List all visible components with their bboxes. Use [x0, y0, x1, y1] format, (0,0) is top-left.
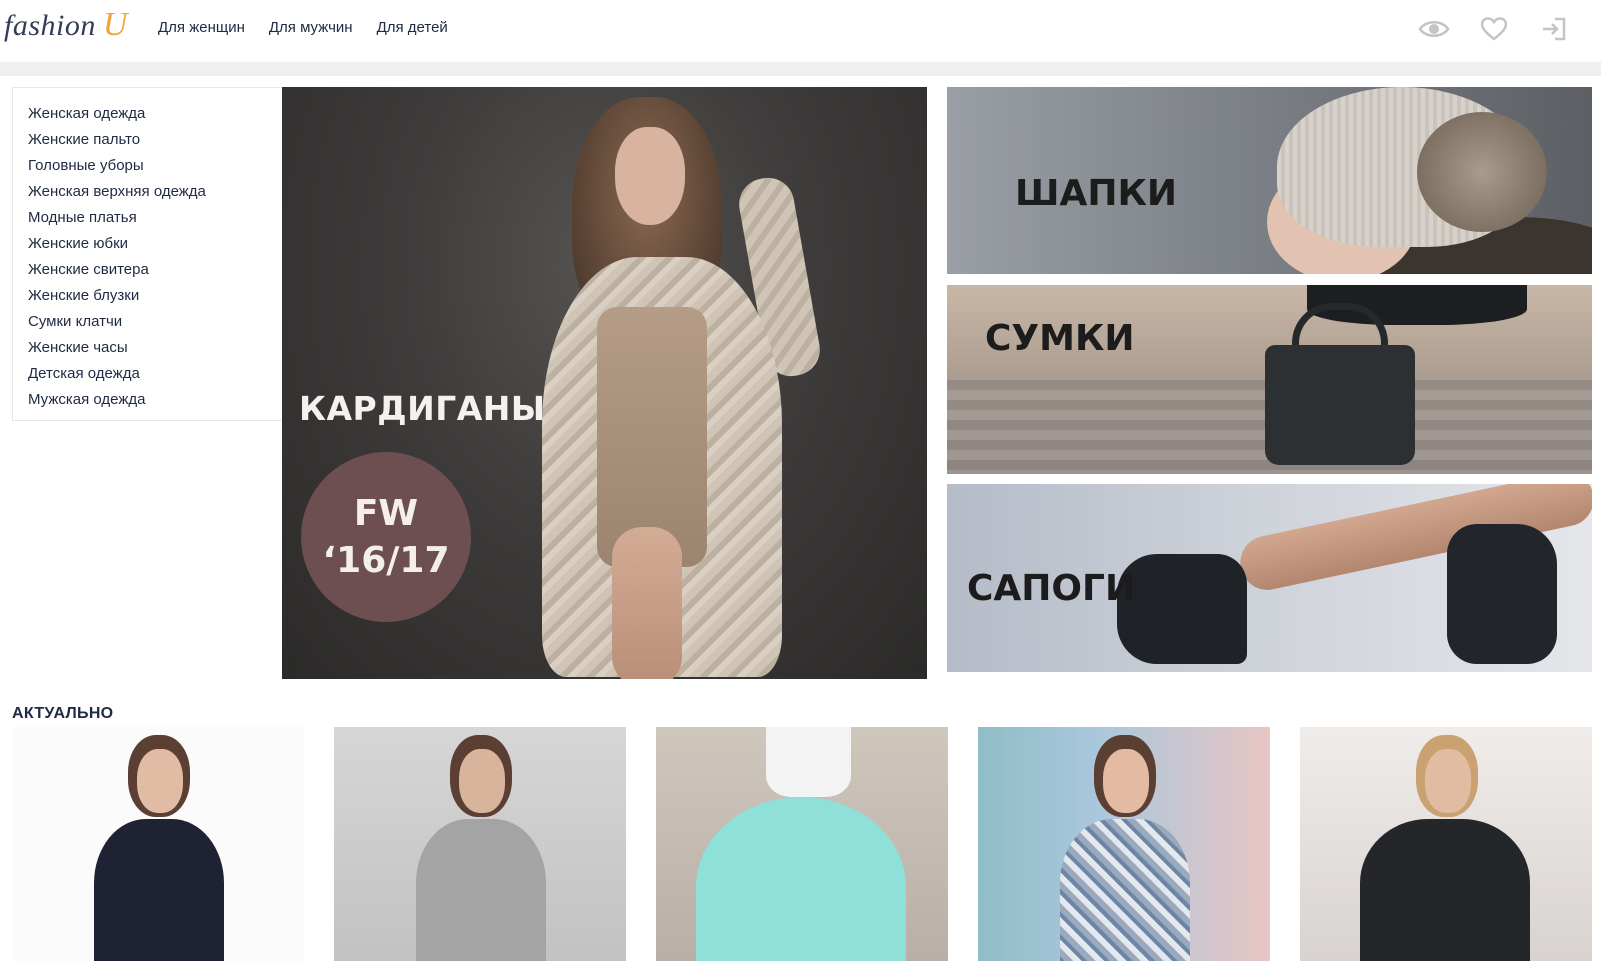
logo-text: fashion	[4, 9, 96, 42]
login-icon[interactable]	[1537, 14, 1571, 44]
product-garment	[1060, 819, 1190, 961]
banner-bags[interactable]: СУМКИ	[947, 285, 1592, 474]
category-item[interactable]: Детская одежда	[13, 365, 282, 391]
header-icons	[1417, 14, 1571, 44]
product-garment	[1360, 819, 1530, 961]
category-item[interactable]: Женские юбки	[13, 235, 282, 261]
product-garment	[94, 819, 224, 961]
banner-boots-label: САПОГИ	[967, 568, 1136, 609]
logo[interactable]: fashion U	[4, 6, 127, 50]
logo-accent: U	[102, 6, 128, 43]
product-card[interactable]	[1300, 727, 1592, 961]
header-divider	[0, 62, 1601, 76]
product-garment	[416, 819, 546, 961]
product-card[interactable]	[12, 727, 304, 961]
banner-hats-pompom	[1417, 112, 1547, 232]
product-card[interactable]	[978, 727, 1270, 961]
product-model-face	[137, 749, 183, 813]
category-item[interactable]: Модные платья	[13, 209, 282, 235]
product-card[interactable]	[334, 727, 626, 961]
hero-figure-face	[615, 127, 685, 225]
product-model-face	[1103, 749, 1149, 813]
product-top	[766, 727, 851, 797]
nav-men[interactable]: Для мужчин	[269, 19, 353, 36]
season-badge-line2: ‘16/17	[322, 540, 450, 581]
banner-hats[interactable]: ШАПКИ	[947, 87, 1592, 274]
banner-hats-label: ШАПКИ	[1015, 173, 1178, 214]
section-title-actual: АКТУАЛЬНО	[12, 705, 114, 722]
hero-title: КАРДИГАНЫ	[299, 389, 546, 428]
banner-boots-boot-left	[1117, 554, 1247, 664]
heart-icon[interactable]	[1477, 14, 1511, 44]
category-item[interactable]: Мужская одежда	[13, 391, 282, 417]
hero-figure-leg	[612, 527, 682, 679]
category-item[interactable]: Головные уборы	[13, 157, 282, 183]
nav-women[interactable]: Для женщин	[158, 19, 245, 36]
category-item[interactable]: Сумки клатчи	[13, 313, 282, 339]
category-item[interactable]: Женские часы	[13, 339, 282, 365]
product-card[interactable]	[656, 727, 948, 961]
category-list: Женская одежда Женские пальто Головные у…	[12, 87, 282, 421]
category-item[interactable]: Женские блузки	[13, 287, 282, 313]
nav-kids[interactable]: Для детей	[377, 19, 448, 36]
banner-bags-bag	[1265, 345, 1415, 465]
category-item[interactable]: Женские пальто	[13, 131, 282, 157]
product-grid	[12, 727, 1592, 961]
banner-boots-boot-right	[1447, 524, 1557, 664]
season-badge-line1: FW	[353, 493, 419, 534]
product-model-face	[1425, 749, 1471, 813]
eye-icon[interactable]	[1417, 14, 1451, 44]
category-item[interactable]: Женская верхняя одежда	[13, 183, 282, 209]
site-header: fashion U Для женщин Для мужчин Для дете…	[0, 0, 1601, 62]
banner-boots[interactable]: САПОГИ	[947, 484, 1592, 672]
season-badge: FW ‘16/17	[301, 452, 471, 622]
category-item[interactable]: Женские свитера	[13, 261, 282, 287]
category-item[interactable]: Женская одежда	[13, 105, 282, 131]
hero-banner-cardigans[interactable]: КАРДИГАНЫ FW ‘16/17	[282, 87, 927, 679]
product-model-face	[459, 749, 505, 813]
banner-bags-label: СУМКИ	[985, 318, 1135, 359]
main-nav: Для женщин Для мужчин Для детей	[158, 19, 448, 36]
